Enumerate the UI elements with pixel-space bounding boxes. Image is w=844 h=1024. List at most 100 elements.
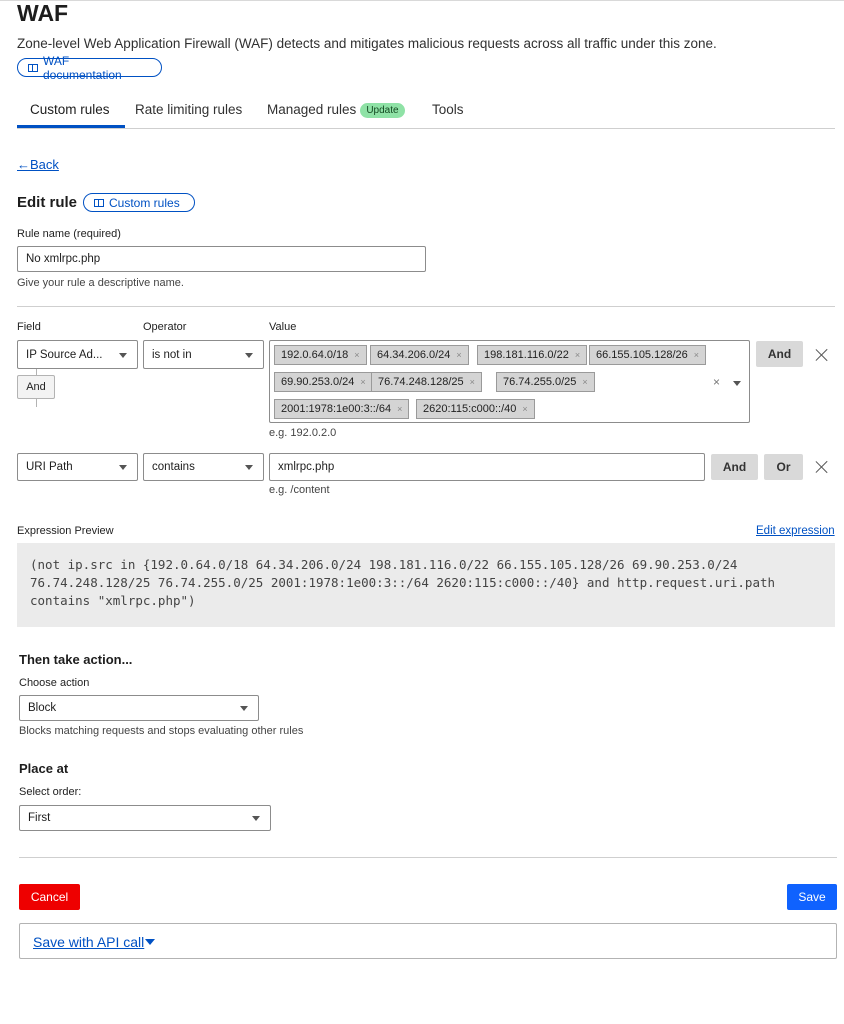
value-tag: 198.181.116.0/22 × [477, 345, 588, 365]
tab-managed-rules-label: Managed rules [267, 102, 357, 117]
tag-remove-icon[interactable]: × [694, 350, 699, 360]
value-tag: 192.0.64.0/18 × [274, 345, 367, 365]
chevron-down-icon[interactable] [733, 381, 741, 386]
value-tag-text: 69.90.253.0/24 [281, 376, 355, 388]
tag-remove-icon[interactable]: × [575, 350, 580, 360]
tag-remove-icon[interactable]: × [456, 350, 461, 360]
operator-column-label: Operator [143, 321, 187, 333]
chevron-down-icon [119, 352, 127, 358]
value-example-2: e.g. /content [269, 484, 330, 496]
tag-remove-icon[interactable]: × [522, 404, 527, 414]
order-select-value: First [28, 812, 51, 824]
edit-rule-heading: Edit rule [17, 194, 78, 211]
top-border [0, 0, 844, 1]
value-tag: 76.74.255.0/25 × [496, 372, 595, 392]
divider [17, 306, 835, 307]
condition-connector: And [17, 375, 55, 399]
tab-bar: Custom rules Rate limiting rules Managed… [17, 98, 835, 129]
value-tag: 76.74.248.128/25 × [371, 372, 482, 392]
rule-name-label: Rule name (required) [17, 228, 121, 240]
close-icon[interactable] [815, 460, 829, 474]
cancel-button[interactable]: Cancel [19, 884, 80, 910]
page-description: Zone-level Web Application Firewall (WAF… [17, 36, 717, 51]
value-tag: 2620:115:c000::/40 × [416, 399, 535, 419]
order-select[interactable]: First [19, 805, 271, 831]
and-button-2[interactable]: And [711, 454, 758, 480]
value-tag: 64.34.206.0/24 × [370, 345, 469, 365]
save-button[interactable]: Save [787, 884, 837, 910]
tag-remove-icon[interactable]: × [360, 377, 365, 387]
custom-rules-doc-link[interactable]: Custom rules [83, 193, 195, 212]
value-tag-text: 64.34.206.0/24 [377, 349, 451, 361]
edit-expression-link[interactable]: Edit expression [756, 525, 835, 537]
action-heading: Then take action... [19, 652, 133, 667]
action-help: Blocks matching requests and stops evalu… [19, 725, 304, 737]
value-tag-text: 76.74.248.128/25 [378, 376, 464, 388]
value-tag: 66.155.105.128/26 × [589, 345, 707, 365]
tab-managed-rules[interactable]: Managed rules Update [267, 102, 405, 118]
tab-custom-rules[interactable]: Custom rules [30, 102, 110, 117]
book-icon [28, 63, 38, 72]
value-example-1: e.g. 192.0.2.0 [269, 427, 337, 439]
custom-rules-doc-label: Custom rules [109, 195, 180, 210]
tag-remove-icon[interactable]: × [470, 377, 475, 387]
api-call-label: Save with API call [33, 934, 145, 950]
operator-select-1-value: is not in [152, 348, 192, 361]
operator-select-1[interactable]: is not in [143, 340, 264, 369]
back-link[interactable]: ←Back [17, 157, 59, 172]
update-badge: Update [360, 103, 405, 118]
value-tag: 69.90.253.0/24 × [274, 372, 373, 392]
action-select-value: Block [28, 702, 57, 714]
operator-select-2-value: contains [152, 461, 195, 473]
chevron-down-icon [252, 816, 260, 821]
caret-down-icon [145, 939, 156, 945]
divider [19, 857, 837, 858]
expression-preview: (not ip.src in {192.0.64.0/18 64.34.206.… [17, 543, 835, 627]
uri-path-value-input[interactable]: xmlrpc.php [269, 453, 705, 481]
back-label: Back [30, 157, 59, 172]
tag-remove-icon[interactable]: × [397, 404, 402, 414]
expression-preview-label: Expression Preview [17, 525, 114, 537]
field-select-1-value: IP Source Ad... [26, 348, 103, 361]
api-call-panel: Save with API call [19, 923, 837, 959]
close-icon[interactable] [815, 348, 829, 362]
page-title: WAF [17, 0, 69, 26]
chevron-down-icon [245, 465, 253, 470]
connector-line [36, 399, 37, 407]
or-button[interactable]: Or [764, 454, 803, 480]
value-tag-text: 2620:115:c000::/40 [423, 403, 517, 415]
chevron-down-icon [240, 706, 248, 711]
book-icon [94, 198, 104, 207]
waf-documentation-link[interactable]: WAF documentation [17, 54, 162, 82]
save-with-api-call-link[interactable]: Save with API call [33, 934, 156, 950]
chevron-down-icon [119, 465, 127, 470]
chevron-down-icon [245, 352, 253, 358]
clear-all-icon[interactable]: × [713, 375, 720, 389]
tab-tools[interactable]: Tools [432, 102, 464, 117]
field-select-2-value: URI Path [26, 461, 73, 473]
select-order-label: Select order: [19, 786, 82, 798]
value-tag-text: 76.74.255.0/25 [503, 376, 577, 388]
value-tag-text: 192.0.64.0/18 [281, 349, 349, 361]
operator-select-2[interactable]: contains [143, 453, 264, 481]
value-tag-text: 2001:1978:1e00:3::/64 [281, 403, 392, 415]
waf-documentation-label: WAF documentation [42, 53, 122, 82]
value-multiselect[interactable]: 192.0.64.0/18 × 64.34.206.0/24 × 198.181.1… [269, 340, 750, 423]
rule-name-help: Give your rule a descriptive name. [17, 277, 184, 289]
rule-name-input[interactable]: No xmlrpc.php [17, 246, 426, 272]
action-select[interactable]: Block [19, 695, 259, 721]
and-button-1[interactable]: And [756, 341, 803, 367]
field-select-2[interactable]: URI Path [17, 453, 138, 481]
tag-remove-icon[interactable]: × [354, 350, 359, 360]
value-tag-text: 198.181.116.0/22 [484, 349, 569, 361]
value-tag-text: 66.155.105.128/26 [596, 349, 688, 361]
tab-rate-limiting-rules[interactable]: Rate limiting rules [135, 102, 242, 117]
place-heading: Place at [19, 761, 69, 776]
choose-action-label: Choose action [19, 677, 90, 689]
arrow-left-icon: ← [17, 157, 30, 172]
value-tag: 2001:1978:1e00:3::/64 × [274, 399, 410, 419]
value-column-label: Value [269, 321, 297, 333]
field-column-label: Field [17, 321, 41, 333]
tag-remove-icon[interactable]: × [582, 377, 587, 387]
field-select-1[interactable]: IP Source Ad... [17, 340, 138, 369]
